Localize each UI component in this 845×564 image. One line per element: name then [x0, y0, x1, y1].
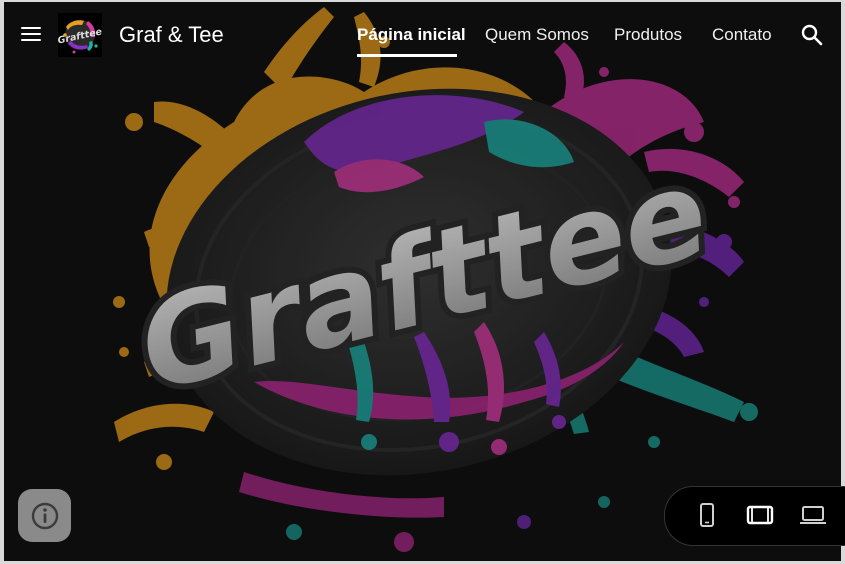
info-button[interactable]	[18, 489, 71, 542]
nav-item-quem-somos[interactable]: Quem Somos	[485, 25, 589, 45]
info-icon	[31, 502, 58, 529]
nav-item-contato[interactable]: Contato	[712, 25, 772, 45]
nav-item-produtos[interactable]: Produtos	[614, 25, 682, 45]
logo-graphic: Grafttee	[58, 13, 102, 57]
tablet-icon[interactable]	[746, 501, 774, 529]
nav-item-pagina-inicial[interactable]: Página inicial	[357, 25, 466, 45]
top-navigation-bar: Grafttee Graf & Tee Página inicial Quem …	[4, 2, 841, 68]
site-title[interactable]: Graf & Tee	[119, 22, 224, 48]
page-frame: Grafttee Grafttee Grafttee Graf & Tee Pá…	[4, 2, 841, 561]
site-logo[interactable]: Grafttee	[58, 13, 102, 57]
hamburger-menu-icon[interactable]	[19, 22, 43, 46]
laptop-icon[interactable]	[799, 501, 827, 529]
phone-icon[interactable]	[693, 501, 721, 529]
device-preview-toolbar	[664, 486, 845, 546]
search-icon[interactable]	[800, 23, 824, 47]
hero-image: Grafttee Grafttee	[4, 2, 841, 561]
active-nav-underline	[357, 54, 457, 57]
